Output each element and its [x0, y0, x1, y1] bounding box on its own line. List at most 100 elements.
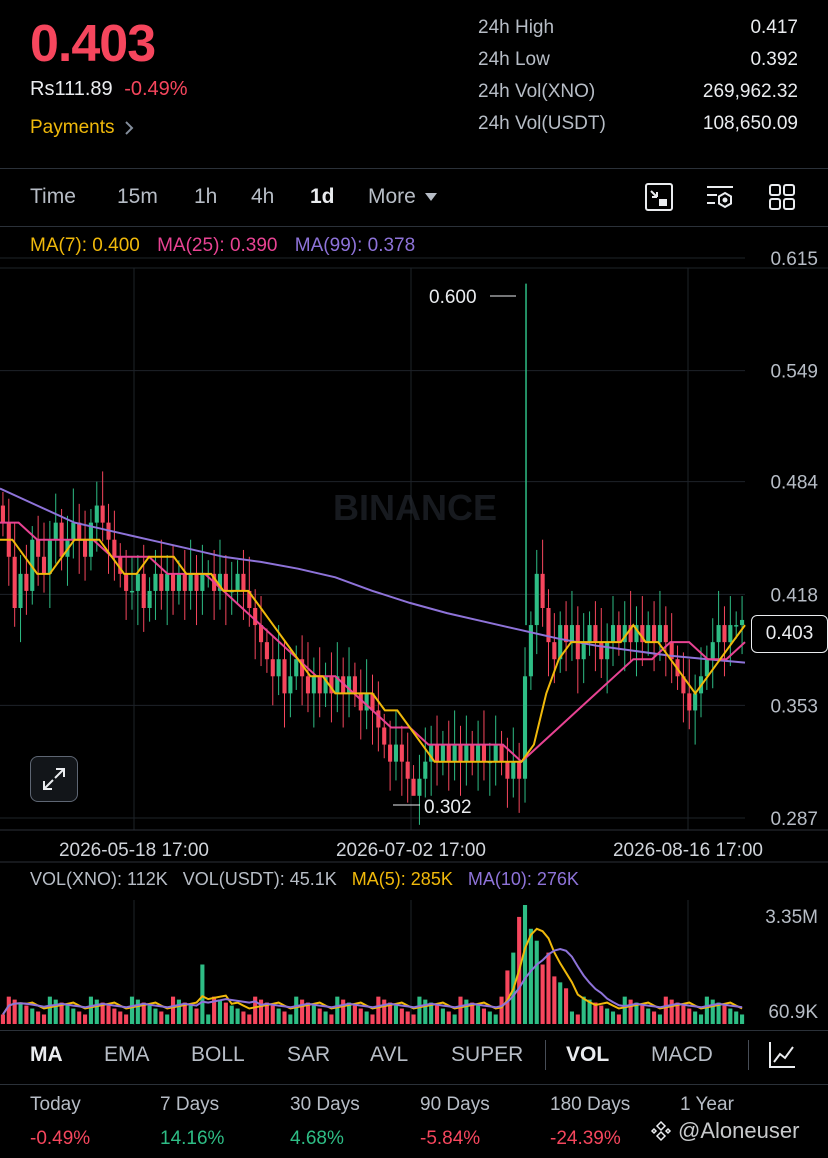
- candle-body: [135, 573, 140, 591]
- volume-bar: [446, 1011, 451, 1024]
- indicator-divider-bottom: [0, 1084, 828, 1085]
- candle-body: [481, 744, 487, 762]
- volume-bar: [522, 905, 528, 1024]
- candle-body: [41, 556, 47, 574]
- chart-settings-icon[interactable]: [705, 182, 735, 212]
- volume-bar: [206, 1014, 211, 1024]
- candle-body: [382, 727, 387, 745]
- price-change: -0.49%: [124, 78, 188, 100]
- payments-link[interactable]: Payments: [30, 117, 134, 139]
- chevron-right-icon: [125, 121, 134, 135]
- candle-body: [517, 761, 522, 779]
- perf-value: -5.84%: [420, 1128, 481, 1149]
- tab-1d[interactable]: 1d: [310, 185, 335, 209]
- tab-15m[interactable]: 15m: [117, 185, 158, 209]
- indicator-super[interactable]: SUPER: [451, 1043, 523, 1067]
- stat-24h-vol-usdt: 24h Vol(USDT) 108,650.09: [478, 113, 798, 135]
- low-marker-label: 0.302: [424, 797, 472, 818]
- kline-chart[interactable]: BINANCE 0.615 0.549 0.484 0.418 0.353 0.287 2…: [0, 230, 828, 1030]
- candle-body: [593, 625, 598, 643]
- volume-bar: [569, 1011, 575, 1024]
- volume-bar: [728, 1008, 733, 1024]
- perf-value: 14.16%: [160, 1128, 225, 1149]
- volume-bar: [129, 996, 135, 1024]
- date-axis-label: 2026-07-02 17:00: [336, 840, 486, 861]
- candle-body: [376, 710, 381, 728]
- candle-body: [499, 744, 504, 762]
- volume-bar: [599, 1005, 604, 1024]
- candle-body: [311, 676, 316, 694]
- price-axis-label: 0.484: [770, 473, 818, 494]
- tab-4h[interactable]: 4h: [251, 185, 274, 209]
- candle-body: [24, 573, 29, 591]
- fullscreen-button[interactable]: [30, 756, 78, 802]
- indicator-settings-icon[interactable]: [767, 1040, 797, 1070]
- volume-bar: [487, 1011, 492, 1024]
- candle-body: [464, 744, 469, 762]
- indicator-avl[interactable]: AVL: [370, 1043, 408, 1067]
- fiat-price-row: Rs111.89 -0.49%: [30, 78, 188, 101]
- tab-1h[interactable]: 1h: [194, 185, 217, 209]
- candle-body: [223, 573, 228, 591]
- candle-body: [153, 573, 158, 591]
- candle-body: [53, 522, 58, 540]
- candle-body: [710, 642, 715, 660]
- volume-bar: [499, 996, 504, 1024]
- volume-bar: [628, 999, 633, 1024]
- volume-bar: [657, 1014, 662, 1024]
- candle-body: [188, 573, 193, 591]
- candle-body: [317, 676, 322, 694]
- volume-bar: [341, 999, 346, 1024]
- tab-more[interactable]: More: [368, 185, 438, 209]
- candle-body: [399, 744, 404, 762]
- volume-bar: [147, 1005, 152, 1024]
- indicator-macd[interactable]: MACD: [651, 1043, 713, 1067]
- volume-bar: [669, 999, 674, 1024]
- volume-bar: [687, 1008, 692, 1024]
- indicator-ma[interactable]: MA: [30, 1043, 63, 1067]
- candle-body: [305, 676, 311, 694]
- candle-body: [159, 573, 164, 591]
- candle-body: [716, 625, 721, 643]
- vol-ma10-value: MA(10): 276K: [467, 869, 579, 889]
- chart-type-icon[interactable]: [644, 182, 674, 212]
- candle-body: [534, 573, 539, 626]
- layout-grid-icon[interactable]: [767, 182, 797, 212]
- volume-bar: [229, 1005, 234, 1024]
- perf-label: 90 Days: [420, 1094, 490, 1115]
- binance-watermark: BINANCE: [333, 487, 497, 528]
- indicator-vol[interactable]: VOL: [566, 1043, 609, 1067]
- candle-body: [18, 573, 23, 608]
- payments-label: Payments: [30, 117, 115, 138]
- volume-bar: [235, 1008, 240, 1024]
- candle-body: [112, 539, 117, 557]
- price-axis-label: 0.287: [770, 809, 818, 830]
- perf-value: -24.39%: [550, 1128, 621, 1149]
- indicator-sar[interactable]: SAR: [287, 1043, 330, 1067]
- candle-body: [599, 642, 604, 660]
- volume-bar: [411, 1014, 416, 1024]
- candle-body: [270, 659, 275, 677]
- stat-value: 0.417: [750, 17, 798, 38]
- indicator-boll[interactable]: BOLL: [191, 1043, 245, 1067]
- candle-body: [458, 744, 463, 762]
- indicator-ema[interactable]: EMA: [104, 1043, 150, 1067]
- volume-bar: [704, 996, 709, 1024]
- volume-bar: [0, 1014, 5, 1024]
- volume-bar: [188, 1005, 193, 1024]
- tab-time[interactable]: Time: [30, 185, 76, 209]
- volume-bar: [288, 1014, 293, 1024]
- volume-legend: VOL(XNO): 112K VOL(USDT): 45.1K MA(5): 2…: [30, 869, 589, 890]
- volume-bar: [317, 1008, 322, 1024]
- volume-bar: [552, 976, 557, 1024]
- candle-body: [704, 659, 709, 677]
- candle-body: [194, 573, 199, 591]
- volume-bar: [217, 999, 223, 1024]
- candle-body: [417, 778, 422, 796]
- ma-legend: MA(7): 0.400 MA(25): 0.390 MA(99): 0.378: [30, 235, 427, 257]
- volume-bar: [434, 1005, 440, 1024]
- ma25-value: MA(25): 0.390: [157, 235, 278, 256]
- volume-bar: [370, 1014, 375, 1024]
- price-axis-label: 0.353: [770, 696, 818, 717]
- volume-bar: [405, 1011, 410, 1024]
